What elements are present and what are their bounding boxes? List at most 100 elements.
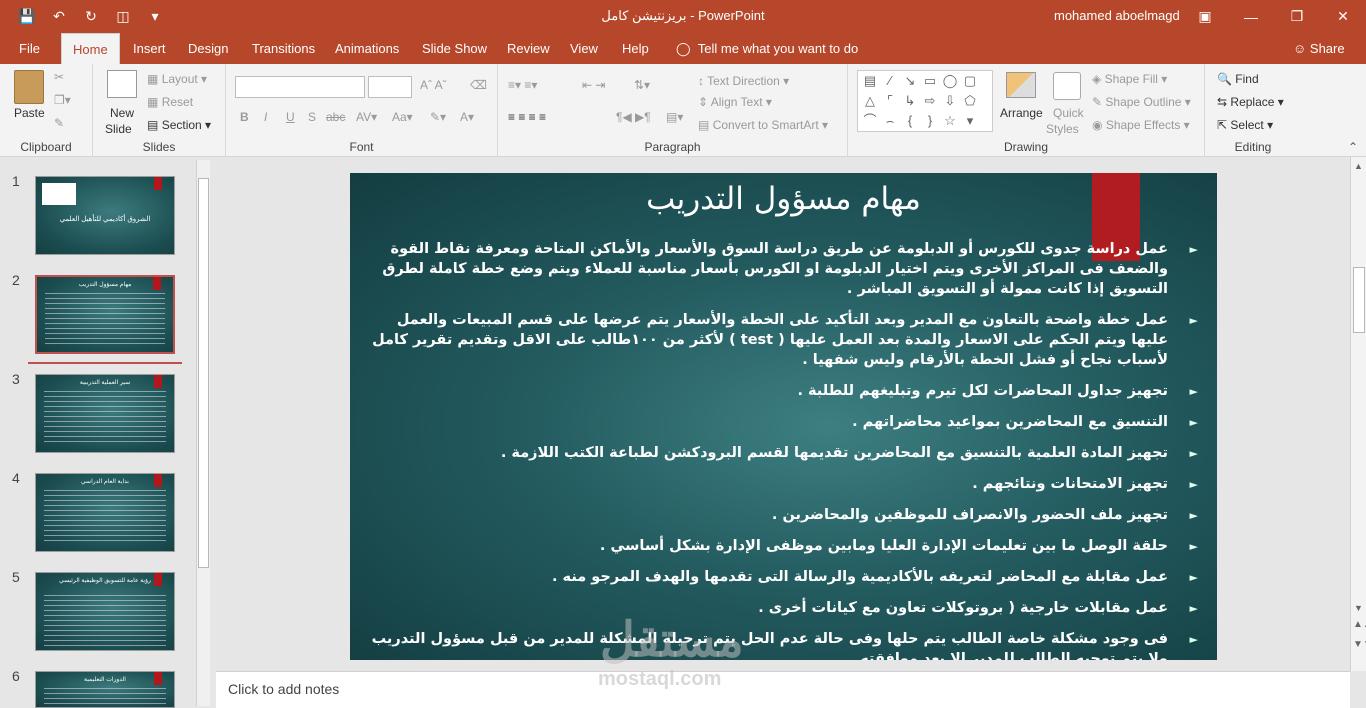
down-arrow-icon[interactable]: ⇩ [940, 91, 960, 111]
replace-button[interactable]: ⇆ Replace ▾ [1217, 95, 1284, 109]
tab-insert[interactable]: Insert [124, 33, 175, 64]
slide-thumbnail-6[interactable]: الدورات التعليمية [35, 671, 175, 708]
indent-icon[interactable]: ⇤ ⇥ [582, 78, 605, 92]
share-button[interactable]: ☺ Share [1293, 33, 1345, 64]
font-color-icon[interactable]: A▾ [460, 110, 474, 124]
arrange-icon[interactable] [1006, 72, 1036, 98]
quick-styles-button[interactable]: Quick [1053, 106, 1084, 120]
slide-thumbnail-4[interactable]: بداية العام الدراسي [35, 473, 175, 552]
columns-icon[interactable]: ▤▾ [666, 110, 683, 124]
minimize-icon[interactable]: — [1228, 0, 1274, 33]
grow-font-icon[interactable]: Aˆ Aˇ [420, 78, 447, 92]
tab-help[interactable]: Help [613, 33, 658, 64]
align-text-button[interactable]: ⇕ Align Text ▾ [698, 95, 772, 109]
shape-fill-button[interactable]: ◈ Shape Fill ▾ [1092, 72, 1167, 86]
tab-animations[interactable]: Animations [326, 33, 408, 64]
char-spacing-icon[interactable]: AV▾ [356, 110, 377, 124]
bullets-icon[interactable]: ≡▾ ≡▾ [508, 78, 537, 92]
strikethrough-button[interactable]: abc [326, 110, 345, 124]
change-case-icon[interactable]: Aa▾ [392, 110, 413, 124]
line-icon[interactable]: ∕ [880, 71, 900, 91]
star-icon[interactable]: ☆ [940, 111, 960, 131]
slide-thumbnail-1[interactable]: الشروق أكاديمي للتأهيل العلمي [35, 176, 175, 255]
underline-button[interactable]: U [286, 110, 295, 124]
cut-icon[interactable]: ✂ [54, 70, 64, 84]
slide-bullet-list[interactable]: عمل دراسة جدوى للكورس أو الدبلومة عن طري… [370, 239, 1198, 660]
slide-thumbnail-2[interactable]: مهام مسؤول التدريب [35, 275, 175, 354]
current-slide[interactable]: مهام مسؤول التدريب عمل دراسة جدوى للكورس… [350, 173, 1217, 660]
section-button[interactable]: ▤ Section ▾ [147, 118, 211, 132]
pentagon-icon[interactable]: ⬠ [960, 91, 980, 111]
line-spacing-icon[interactable]: ⇅▾ [634, 78, 650, 92]
highlight-icon[interactable]: ✎▾ [430, 110, 446, 124]
new-slide-button[interactable]: New [110, 106, 134, 120]
brace-right-icon[interactable]: } [920, 111, 940, 131]
curve-icon[interactable]: ⌒ [860, 111, 880, 131]
slide-title[interactable]: مهام مسؤول التدريب [350, 181, 1217, 217]
tab-transitions[interactable]: Transitions [243, 33, 324, 64]
copy-icon[interactable]: ❐▾ [54, 93, 71, 107]
clear-formatting-icon[interactable]: ⌫ [470, 78, 487, 92]
scroll-up-icon[interactable]: ▲ [1354, 161, 1363, 171]
user-name[interactable]: mohamed aboelmagd [1054, 8, 1180, 23]
restore-icon[interactable]: ❐ [1274, 0, 1320, 33]
select-button[interactable]: ⇱ Select ▾ [1217, 118, 1273, 132]
more-shapes-icon[interactable]: ▾ [960, 111, 980, 131]
shape-outline-button[interactable]: ✎ Shape Outline ▾ [1092, 95, 1191, 109]
format-painter-icon[interactable]: ✎ [54, 116, 64, 130]
quick-styles-icon[interactable] [1053, 72, 1081, 100]
notes-pane[interactable]: Click to add notes [216, 671, 1350, 708]
find-button[interactable]: 🔍 Find [1217, 72, 1259, 86]
tab-file[interactable]: File [10, 33, 49, 64]
shadow-button[interactable]: S [308, 110, 316, 124]
arc-icon[interactable]: ⌢ [880, 111, 900, 131]
next-slide-icon[interactable]: ▼▼ [1353, 639, 1366, 650]
tab-design[interactable]: Design [179, 33, 237, 64]
tab-review[interactable]: Review [498, 33, 559, 64]
font-name-input[interactable] [235, 76, 365, 98]
previous-slide-icon[interactable]: ▲▲ [1353, 619, 1366, 630]
bold-button[interactable]: B [240, 110, 249, 124]
thumbnails-scroll-thumb[interactable] [198, 178, 209, 568]
tab-view[interactable]: View [561, 33, 607, 64]
slide-scrollbar[interactable]: ▲ ▼ ▲▲ ▼▼ [1350, 157, 1366, 671]
arrange-button[interactable]: Arrange [1000, 106, 1043, 120]
paste-icon[interactable] [14, 70, 44, 104]
text-direction-button[interactable]: ↕ Text Direction ▾ [698, 74, 789, 88]
align-icons[interactable]: ≡ ≡ ≡ ≡ [508, 110, 546, 124]
tab-slide-show[interactable]: Slide Show [413, 33, 496, 64]
textbox-icon[interactable]: ▤ [860, 71, 880, 91]
elbow-icon[interactable]: ⌜ [880, 91, 900, 111]
right-arrow-icon[interactable]: ⇨ [920, 91, 940, 111]
arrow-line-icon[interactable]: ↘ [900, 71, 920, 91]
paste-button[interactable]: Paste [14, 106, 45, 120]
layout-button[interactable]: ▦ Layout ▾ [147, 72, 207, 86]
rounded-rect-icon[interactable]: ▢ [960, 71, 980, 91]
find-label: Find [1235, 72, 1259, 86]
italic-button[interactable]: I [264, 110, 267, 124]
shapes-gallery[interactable]: ▤ ∕ ↘ ▭ ◯ ▢ △ ⌜ ↳ ⇨ ⇩ ⬠ ⌒ ⌢{} ☆ ▾ [857, 70, 993, 132]
shape-effects-button[interactable]: ◉ Shape Effects ▾ [1092, 118, 1190, 132]
tell-me-search[interactable]: ◯ Tell me what you want to do [676, 33, 858, 64]
tab-home[interactable]: Home [61, 33, 120, 64]
connector-icon[interactable]: ↳ [900, 91, 920, 111]
new-slide-button-line2[interactable]: Slide [105, 122, 132, 136]
rectangle-icon[interactable]: ▭ [920, 71, 940, 91]
brace-left-icon[interactable]: { [900, 111, 920, 131]
font-size-input[interactable] [368, 76, 412, 98]
thumbnails-scrollbar[interactable] [196, 160, 210, 706]
reset-button[interactable]: ▦ Reset [147, 95, 193, 109]
quick-styles-button-line2[interactable]: Styles [1046, 122, 1079, 136]
rtl-icons[interactable]: ¶◀ ▶¶ [616, 110, 651, 124]
slide-thumbnail-5[interactable]: رؤية عامة للتسويق الوظيفية الرئيسي [35, 572, 175, 651]
slide-thumbnail-3[interactable]: سير العملية التدريبية [35, 374, 175, 453]
triangle-icon[interactable]: △ [860, 91, 880, 111]
scroll-down-icon[interactable]: ▼ [1354, 603, 1363, 613]
slide-scroll-thumb[interactable] [1353, 267, 1365, 333]
new-slide-icon[interactable] [107, 70, 137, 98]
close-icon[interactable]: ✕ [1320, 0, 1366, 33]
ribbon-display-icon[interactable]: ▣ [1182, 0, 1228, 33]
oval-icon[interactable]: ◯ [940, 71, 960, 91]
smartart-button[interactable]: ▤ Convert to SmartArt ▾ [698, 118, 828, 132]
collapse-ribbon-icon[interactable]: ⌃ [1348, 140, 1358, 154]
